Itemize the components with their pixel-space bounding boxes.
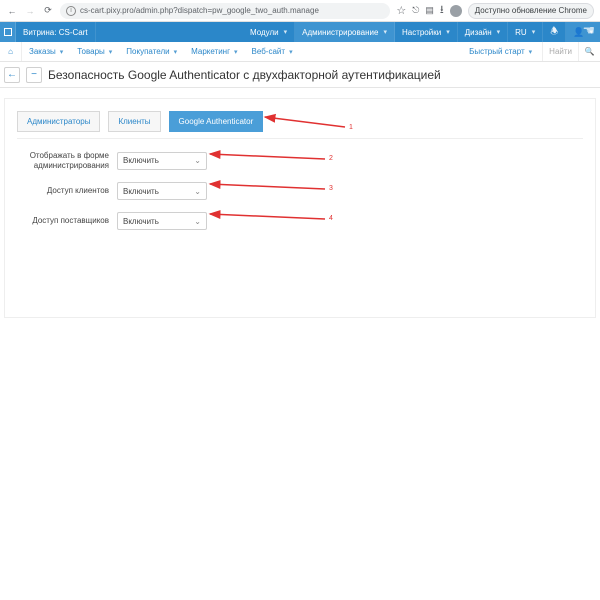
nav-administration[interactable]: Администрирование [295, 22, 395, 42]
home-icon[interactable]: ⌂ [0, 42, 22, 61]
search-input[interactable]: Найти [542, 42, 578, 61]
lang-select[interactable]: RU [508, 22, 543, 42]
storefront-link[interactable]: Витрина: CS-Cart [16, 22, 96, 42]
site-info-icon[interactable]: i [66, 6, 76, 16]
translate-icon[interactable]: ⎋ [412, 5, 419, 16]
chevron-down-icon: ⌄ [194, 217, 201, 226]
extension-icon-1[interactable]: ▤ [425, 5, 434, 16]
subnav-products[interactable]: Товары [70, 42, 119, 61]
tab-clients[interactable]: Клиенты [108, 111, 160, 132]
select-admin-form[interactable]: Включить⌄ [117, 152, 207, 170]
tab-google-auth[interactable]: Google Authenticator [169, 111, 264, 132]
nav-modules[interactable]: Модули [243, 22, 295, 42]
back-button[interactable]: ← [4, 67, 20, 83]
reload-icon[interactable]: ⟳ [42, 5, 54, 16]
row-vendor-access: Доступ поставщиков Включить⌄ [17, 212, 583, 230]
tab-admins[interactable]: Администраторы [17, 111, 100, 132]
download-icon[interactable]: ⭳ [440, 1, 444, 20]
chevron-down-icon: ⌄ [194, 156, 201, 165]
row-client-access: Доступ клиентов Включить⌄ [17, 182, 583, 200]
search-icon[interactable]: 🔍 [578, 42, 600, 61]
settings-panel: Администраторы Клиенты Google Authentica… [4, 98, 596, 318]
chrome-update-button[interactable]: Доступно обновление Chrome [468, 3, 594, 19]
collapse-button[interactable]: − [26, 67, 42, 83]
page-title: Безопасность Google Authenticator с двух… [48, 68, 441, 82]
browser-chrome-bar: ← → ⟳ i cs-cart.pixy.pro/admin.php?dispa… [0, 0, 600, 22]
nav-settings[interactable]: Настройки [395, 22, 458, 42]
url-text: cs-cart.pixy.pro/admin.php?dispatch=pw_g… [80, 6, 319, 15]
annotation-3: 3 [329, 185, 333, 192]
back-icon[interactable]: ← [6, 6, 18, 16]
quickstart-link[interactable]: Быстрый старт [459, 42, 542, 61]
profile-avatar[interactable] [450, 5, 462, 17]
label-admin-form: Отображать в форме администрирования [17, 151, 117, 170]
label-client-access: Доступ клиентов [17, 186, 117, 196]
star-icon[interactable]: ☆ [396, 4, 406, 17]
subnav-marketing[interactable]: Маркетинг [184, 42, 244, 61]
cursor-icon: ☚ [582, 22, 595, 39]
admin-subbar: ⌂ Заказы Товары Покупатели Маркетинг Веб… [0, 42, 600, 62]
url-bar[interactable]: i cs-cart.pixy.pro/admin.php?dispatch=pw… [60, 3, 390, 19]
select-vendor-access[interactable]: Включить⌄ [117, 212, 207, 230]
row-admin-form: Отображать в форме администрирования Вкл… [17, 151, 583, 170]
select-client-access[interactable]: Включить⌄ [117, 182, 207, 200]
annotation-4: 4 [329, 215, 333, 222]
annotation-2: 2 [329, 155, 333, 162]
page-title-bar: ← − Безопасность Google Authenticator с … [0, 62, 600, 88]
annotation-1: 1 [349, 124, 353, 131]
subnav-customers[interactable]: Покупатели [119, 42, 184, 61]
tabs: Администраторы Клиенты Google Authentica… [17, 111, 583, 132]
notifications-icon[interactable]: 🕭 [543, 22, 566, 42]
forward-icon[interactable]: → [24, 6, 36, 16]
subnav-website[interactable]: Веб-сайт [245, 42, 300, 61]
app-logo-icon[interactable] [0, 22, 16, 42]
subnav-orders[interactable]: Заказы [22, 42, 70, 61]
chevron-down-icon: ⌄ [194, 187, 201, 196]
label-vendor-access: Доступ поставщиков [17, 216, 117, 226]
nav-design[interactable]: Дизайн [458, 22, 508, 42]
admin-topbar: Витрина: CS-Cart Модули Администрировани… [0, 22, 600, 42]
